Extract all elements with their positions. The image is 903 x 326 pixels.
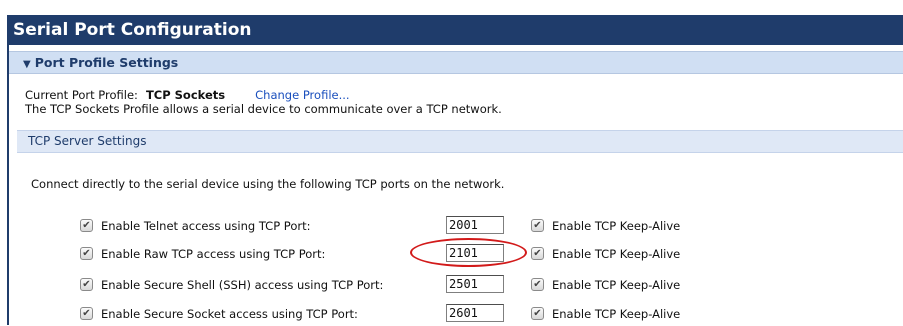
secure-socket-keepalive-checkbox[interactable]: ✔: [531, 307, 544, 320]
ssh-enable-checkbox[interactable]: ✔: [80, 278, 93, 291]
ssh-keepalive-checkbox[interactable]: ✔: [531, 278, 544, 291]
secure-socket-enable-checkbox[interactable]: ✔: [80, 307, 93, 320]
page-title: Serial Port Configuration: [7, 15, 903, 45]
telnet-row: ✔ Enable Telnet access using TCP Port: 2…: [80, 216, 880, 238]
port-profile-section-header[interactable]: ▼ Port Profile Settings: [9, 51, 903, 74]
current-profile-value: TCP Sockets: [145, 88, 226, 102]
telnet-enable-checkbox[interactable]: ✔: [80, 219, 93, 232]
raw-tcp-enable-checkbox[interactable]: ✔: [80, 247, 93, 260]
tcp-server-intro: Connect directly to the serial device us…: [31, 177, 505, 191]
ssh-port-input[interactable]: 2501: [446, 275, 504, 293]
secure-socket-label: Enable Secure Socket access using TCP Po…: [101, 307, 358, 321]
raw-tcp-port-input[interactable]: 2101: [446, 244, 504, 262]
triangle-down-icon: ▼: [23, 59, 31, 70]
secure-socket-port-input[interactable]: 2601: [446, 304, 504, 322]
current-profile-line: Current Port Profile: TCP Sockets Change P…: [25, 88, 350, 102]
telnet-label: Enable Telnet access using TCP Port:: [101, 219, 311, 233]
change-profile-link[interactable]: Change Profile...: [255, 88, 349, 102]
panel-border: [7, 45, 9, 325]
profile-description: The TCP Sockets Profile allows a serial …: [25, 102, 502, 116]
telnet-keepalive-label: Enable TCP Keep-Alive: [552, 219, 681, 233]
ssh-label: Enable Secure Shell (SSH) access using T…: [101, 278, 384, 292]
section-title: Port Profile Settings: [34, 55, 179, 70]
ssh-row: ✔ Enable Secure Shell (SSH) access using…: [80, 275, 880, 297]
tcp-server-settings-header: TCP Server Settings: [17, 130, 903, 153]
raw-tcp-keepalive-checkbox[interactable]: ✔: [531, 247, 544, 260]
telnet-keepalive-checkbox[interactable]: ✔: [531, 219, 544, 232]
secure-socket-keepalive-label: Enable TCP Keep-Alive: [552, 307, 681, 321]
raw-tcp-row: ✔ Enable Raw TCP access using TCP Port: …: [80, 244, 880, 266]
raw-tcp-label: Enable Raw TCP access using TCP Port:: [101, 247, 326, 261]
telnet-port-input[interactable]: 2001: [446, 216, 504, 234]
secure-socket-row: ✔ Enable Secure Socket access using TCP …: [80, 304, 880, 326]
current-profile-label: Current Port Profile:: [25, 88, 138, 102]
raw-tcp-keepalive-label: Enable TCP Keep-Alive: [552, 247, 681, 261]
ssh-keepalive-label: Enable TCP Keep-Alive: [552, 278, 681, 292]
